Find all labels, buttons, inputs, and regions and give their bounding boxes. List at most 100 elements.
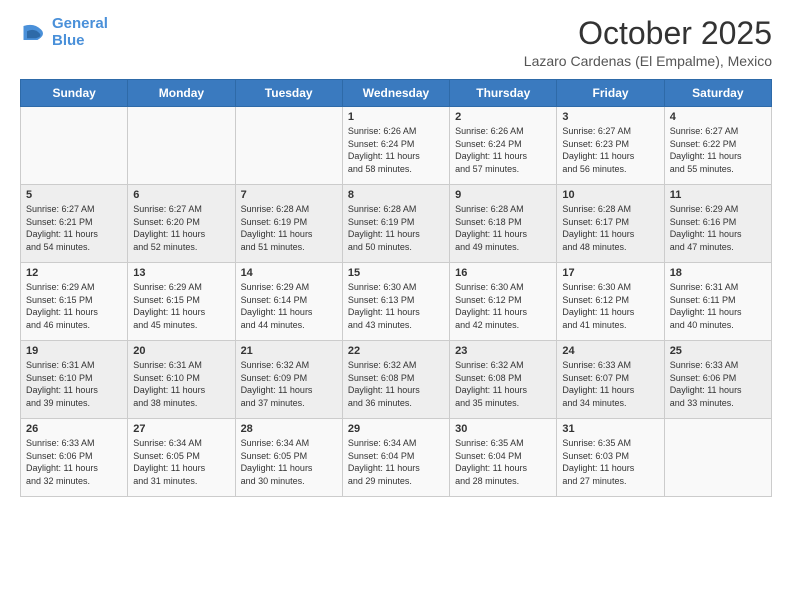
calendar-cell <box>21 107 128 185</box>
calendar-week-row: 5 Sunrise: 6:27 AM Sunset: 6:21 PM Daylig… <box>21 185 772 263</box>
calendar-table: SundayMondayTuesdayWednesdayThursdayFrid… <box>20 79 772 497</box>
day-number: 31 <box>562 423 658 435</box>
day-info: Sunrise: 6:27 AM Sunset: 6:21 PM Dayligh… <box>26 203 122 253</box>
calendar-cell: 19 Sunrise: 6:31 AM Sunset: 6:10 PM Dayli… <box>21 341 128 419</box>
calendar-cell: 23Sunrise: 6:32 AM Sunset: 6:08 PM Dayli… <box>450 341 557 419</box>
calendar-cell: 7 Sunrise: 6:28 AM Sunset: 6:19 PM Daylig… <box>235 185 342 263</box>
day-info: Sunrise: 6:34 AM Sunset: 6:05 PM Dayligh… <box>241 437 337 487</box>
logo-text: General Blue <box>52 16 108 49</box>
day-info: Sunrise: 6:26 AM Sunset: 6:24 PM Dayligh… <box>455 125 551 175</box>
month-title: October 2025 <box>524 16 772 51</box>
calendar-cell: 2Sunrise: 6:26 AM Sunset: 6:24 PM Daylig… <box>450 107 557 185</box>
day-info: Sunrise: 6:33 AM Sunset: 6:06 PM Dayligh… <box>26 437 122 487</box>
calendar-cell <box>128 107 235 185</box>
calendar-cell: 28Sunrise: 6:34 AM Sunset: 6:05 PM Dayli… <box>235 419 342 497</box>
calendar-cell: 13 Sunrise: 6:29 AM Sunset: 6:15 PM Dayli… <box>128 263 235 341</box>
day-info: Sunrise: 6:27 AM Sunset: 6:23 PM Dayligh… <box>562 125 658 175</box>
day-info: Sunrise: 6:28 AM Sunset: 6:18 PM Dayligh… <box>455 203 551 253</box>
logo: General Blue <box>20 16 108 49</box>
day-info: Sunrise: 6:32 AM Sunset: 6:09 PM Dayligh… <box>241 359 337 409</box>
day-info: Sunrise: 6:29 AM Sunset: 6:16 PM Dayligh… <box>670 203 766 253</box>
day-number: 10 <box>562 189 658 201</box>
calendar-cell: 25 Sunrise: 6:33 AM Sunset: 6:06 PM Dayli… <box>664 341 771 419</box>
day-info: Sunrise: 6:27 AM Sunset: 6:20 PM Dayligh… <box>133 203 229 253</box>
day-info: Sunrise: 6:26 AM Sunset: 6:24 PM Dayligh… <box>348 125 444 175</box>
calendar-cell: 14 Sunrise: 6:29 AM Sunset: 6:14 PM Dayli… <box>235 263 342 341</box>
day-info: Sunrise: 6:28 AM Sunset: 6:19 PM Dayligh… <box>348 203 444 253</box>
weekday-header-monday: Monday <box>128 80 235 107</box>
day-info: Sunrise: 6:33 AM Sunset: 6:06 PM Dayligh… <box>670 359 766 409</box>
calendar-cell: 1 Sunrise: 6:26 AM Sunset: 6:24 PM Daylig… <box>342 107 449 185</box>
calendar-week-row: 1 Sunrise: 6:26 AM Sunset: 6:24 PM Daylig… <box>21 107 772 185</box>
day-info: Sunrise: 6:29 AM Sunset: 6:14 PM Dayligh… <box>241 281 337 331</box>
calendar-cell: 12 Sunrise: 6:29 AM Sunset: 6:15 PM Dayli… <box>21 263 128 341</box>
day-info: Sunrise: 6:30 AM Sunset: 6:13 PM Dayligh… <box>348 281 444 331</box>
header: General Blue October 2025 Lazaro Cardena… <box>20 16 772 69</box>
day-number: 5 <box>26 189 122 201</box>
weekday-header-thursday: Thursday <box>450 80 557 107</box>
day-number: 19 <box>26 345 122 357</box>
day-info: Sunrise: 6:27 AM Sunset: 6:22 PM Dayligh… <box>670 125 766 175</box>
day-info: Sunrise: 6:30 AM Sunset: 6:12 PM Dayligh… <box>455 281 551 331</box>
day-info: Sunrise: 6:29 AM Sunset: 6:15 PM Dayligh… <box>26 281 122 331</box>
calendar-cell: 5 Sunrise: 6:27 AM Sunset: 6:21 PM Daylig… <box>21 185 128 263</box>
calendar-cell: 22 Sunrise: 6:32 AM Sunset: 6:08 PM Dayli… <box>342 341 449 419</box>
weekday-header-wednesday: Wednesday <box>342 80 449 107</box>
day-number: 6 <box>133 189 229 201</box>
day-info: Sunrise: 6:30 AM Sunset: 6:12 PM Dayligh… <box>562 281 658 331</box>
day-info: Sunrise: 6:31 AM Sunset: 6:10 PM Dayligh… <box>26 359 122 409</box>
day-info: Sunrise: 6:35 AM Sunset: 6:04 PM Dayligh… <box>455 437 551 487</box>
calendar-cell: 16 Sunrise: 6:30 AM Sunset: 6:12 PM Dayli… <box>450 263 557 341</box>
day-number: 9 <box>455 189 551 201</box>
calendar-header-row: SundayMondayTuesdayWednesdayThursdayFrid… <box>21 80 772 107</box>
calendar-cell: 26 Sunrise: 6:33 AM Sunset: 6:06 PM Dayli… <box>21 419 128 497</box>
calendar-cell: 21Sunrise: 6:32 AM Sunset: 6:09 PM Dayli… <box>235 341 342 419</box>
calendar-cell: 11 Sunrise: 6:29 AM Sunset: 6:16 PM Dayli… <box>664 185 771 263</box>
day-number: 24 <box>562 345 658 357</box>
weekday-header-sunday: Sunday <box>21 80 128 107</box>
day-number: 16 <box>455 267 551 279</box>
calendar-cell: 8 Sunrise: 6:28 AM Sunset: 6:19 PM Daylig… <box>342 185 449 263</box>
weekday-header-friday: Friday <box>557 80 664 107</box>
page: General Blue October 2025 Lazaro Cardena… <box>0 0 792 612</box>
calendar-cell: 27 Sunrise: 6:34 AM Sunset: 6:05 PM Dayli… <box>128 419 235 497</box>
calendar-cell: 31Sunrise: 6:35 AM Sunset: 6:03 PM Dayli… <box>557 419 664 497</box>
title-block: October 2025 Lazaro Cardenas (El Empalme… <box>524 16 772 69</box>
calendar-cell <box>235 107 342 185</box>
day-number: 14 <box>241 267 337 279</box>
day-number: 8 <box>348 189 444 201</box>
day-number: 13 <box>133 267 229 279</box>
day-number: 7 <box>241 189 337 201</box>
day-number: 22 <box>348 345 444 357</box>
day-number: 25 <box>670 345 766 357</box>
day-info: Sunrise: 6:28 AM Sunset: 6:17 PM Dayligh… <box>562 203 658 253</box>
calendar-cell: 17 Sunrise: 6:30 AM Sunset: 6:12 PM Dayli… <box>557 263 664 341</box>
day-number: 26 <box>26 423 122 435</box>
day-info: Sunrise: 6:34 AM Sunset: 6:04 PM Dayligh… <box>348 437 444 487</box>
day-info: Sunrise: 6:32 AM Sunset: 6:08 PM Dayligh… <box>348 359 444 409</box>
day-number: 29 <box>348 423 444 435</box>
day-number: 23 <box>455 345 551 357</box>
day-number: 11 <box>670 189 766 201</box>
calendar-cell <box>664 419 771 497</box>
day-info: Sunrise: 6:31 AM Sunset: 6:10 PM Dayligh… <box>133 359 229 409</box>
calendar-week-row: 19 Sunrise: 6:31 AM Sunset: 6:10 PM Dayli… <box>21 341 772 419</box>
calendar-cell: 18Sunrise: 6:31 AM Sunset: 6:11 PM Dayli… <box>664 263 771 341</box>
day-number: 17 <box>562 267 658 279</box>
day-info: Sunrise: 6:29 AM Sunset: 6:15 PM Dayligh… <box>133 281 229 331</box>
day-number: 12 <box>26 267 122 279</box>
day-number: 1 <box>348 111 444 123</box>
day-info: Sunrise: 6:34 AM Sunset: 6:05 PM Dayligh… <box>133 437 229 487</box>
day-info: Sunrise: 6:28 AM Sunset: 6:19 PM Dayligh… <box>241 203 337 253</box>
day-number: 4 <box>670 111 766 123</box>
day-number: 27 <box>133 423 229 435</box>
calendar-cell: 30Sunrise: 6:35 AM Sunset: 6:04 PM Dayli… <box>450 419 557 497</box>
calendar-cell: 29 Sunrise: 6:34 AM Sunset: 6:04 PM Dayli… <box>342 419 449 497</box>
day-number: 18 <box>670 267 766 279</box>
weekday-header-saturday: Saturday <box>664 80 771 107</box>
calendar-cell: 4 Sunrise: 6:27 AM Sunset: 6:22 PM Daylig… <box>664 107 771 185</box>
calendar-cell: 24Sunrise: 6:33 AM Sunset: 6:07 PM Dayli… <box>557 341 664 419</box>
calendar-week-row: 12 Sunrise: 6:29 AM Sunset: 6:15 PM Dayli… <box>21 263 772 341</box>
day-number: 3 <box>562 111 658 123</box>
logo-icon <box>20 19 48 47</box>
